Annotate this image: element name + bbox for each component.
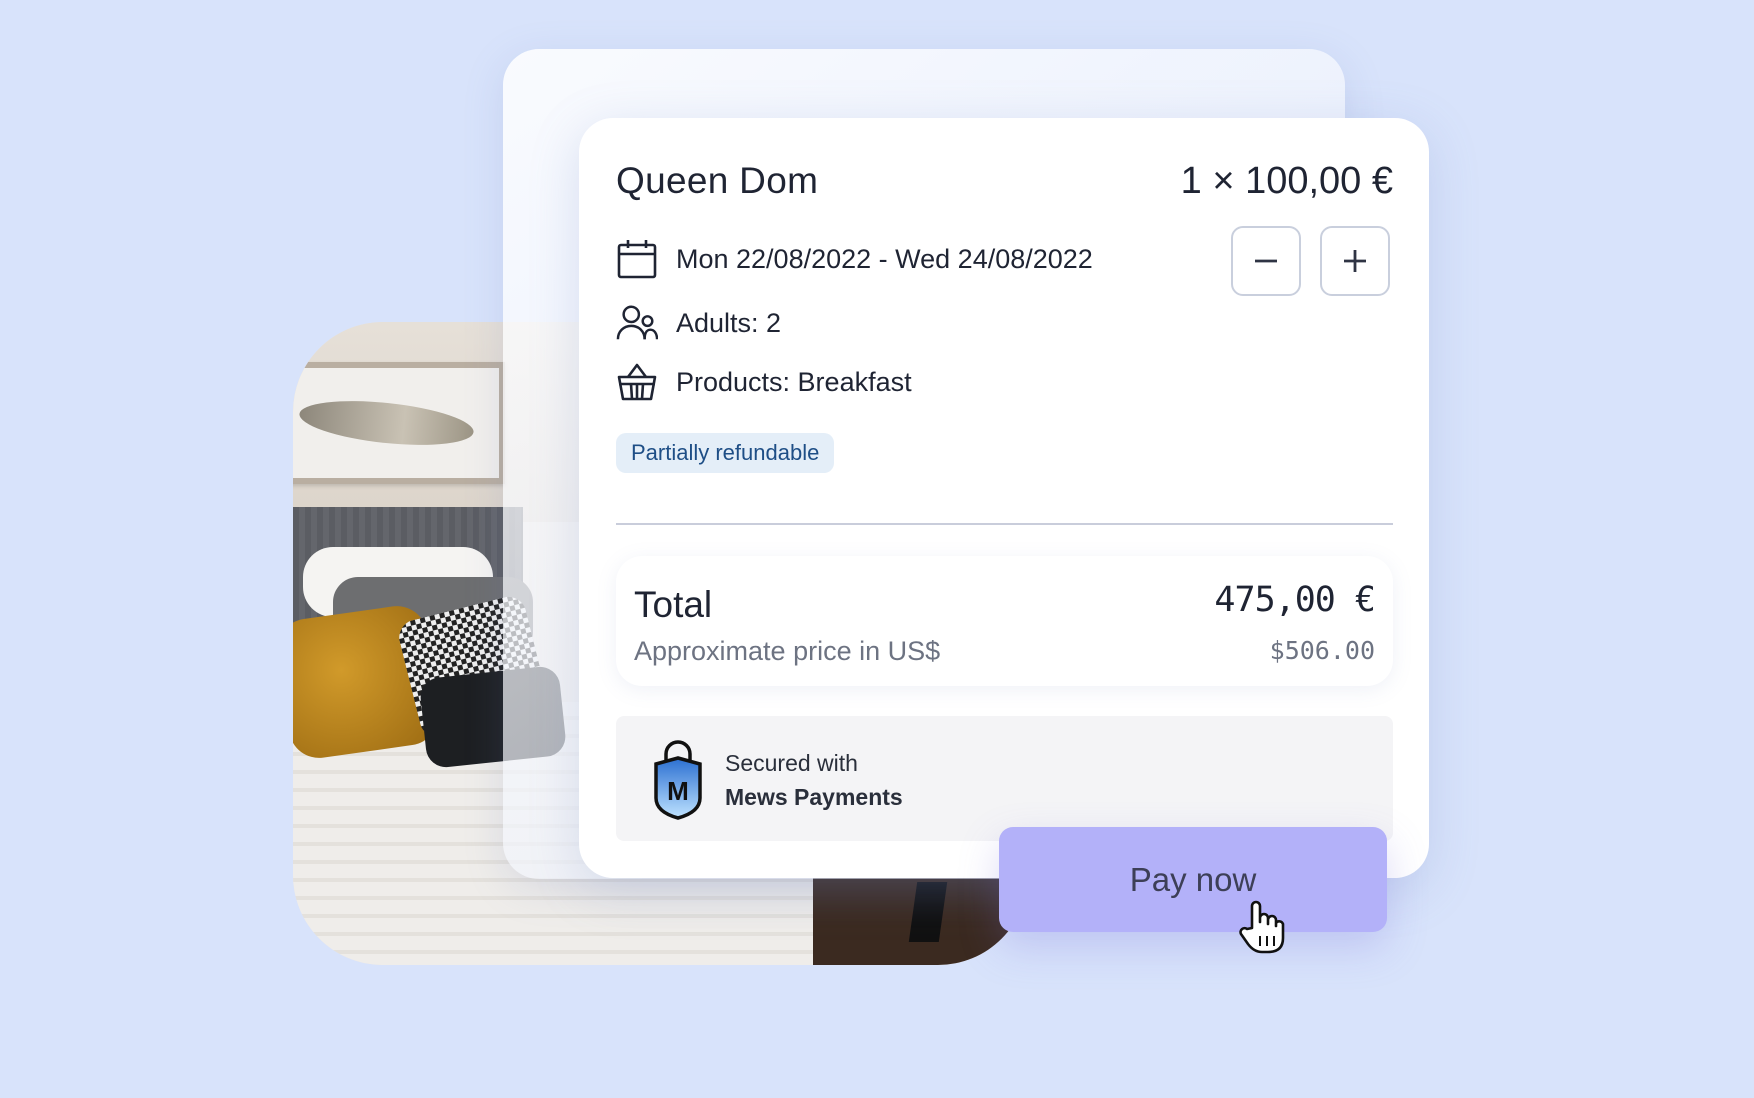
booking-summary-card: Queen Dom 1 × 100,00 € Mon 22/08/2022 - … xyxy=(579,118,1429,878)
pay-now-button[interactable]: Pay now xyxy=(999,827,1387,932)
users-icon xyxy=(616,302,658,344)
divider xyxy=(616,523,1393,525)
basket-icon xyxy=(616,361,658,403)
decrease-quantity-button[interactable] xyxy=(1231,226,1301,296)
shield-letter: M xyxy=(667,776,689,806)
plus-icon xyxy=(1344,250,1366,272)
products-row: Products: Breakfast xyxy=(616,361,912,403)
secured-payments-box: M Secured with Mews Payments xyxy=(616,716,1393,841)
total-label: Total xyxy=(634,584,713,625)
adults-row: Adults: 2 xyxy=(616,302,781,344)
calendar-icon xyxy=(616,238,658,280)
approx-price-label: Approximate price in US$ xyxy=(634,636,941,666)
approx-price-value: $506.00 xyxy=(1269,636,1375,665)
secured-with-text: Secured with xyxy=(725,750,858,776)
adults-count: Adults: 2 xyxy=(676,307,782,338)
hand-cursor-icon xyxy=(1239,900,1285,954)
total-section: Total 475,00 € Approximate price in US$ … xyxy=(616,556,1393,686)
products-list: Products: Breakfast xyxy=(676,366,912,397)
date-row: Mon 22/08/2022 - Wed 24/08/2022 xyxy=(616,238,1093,280)
mews-payments-text: Mews Payments xyxy=(725,784,903,810)
refund-policy-badge: Partially refundable xyxy=(616,433,835,473)
room-price: 1 × 100,00 € xyxy=(1180,160,1393,202)
date-range: Mon 22/08/2022 - Wed 24/08/2022 xyxy=(676,243,1093,274)
minus-icon xyxy=(1255,259,1277,263)
increase-quantity-button[interactable] xyxy=(1320,226,1390,296)
shield-lock-icon: M xyxy=(654,740,702,820)
room-name: Queen Dom xyxy=(616,160,819,201)
total-value: 475,00 € xyxy=(1214,580,1376,620)
